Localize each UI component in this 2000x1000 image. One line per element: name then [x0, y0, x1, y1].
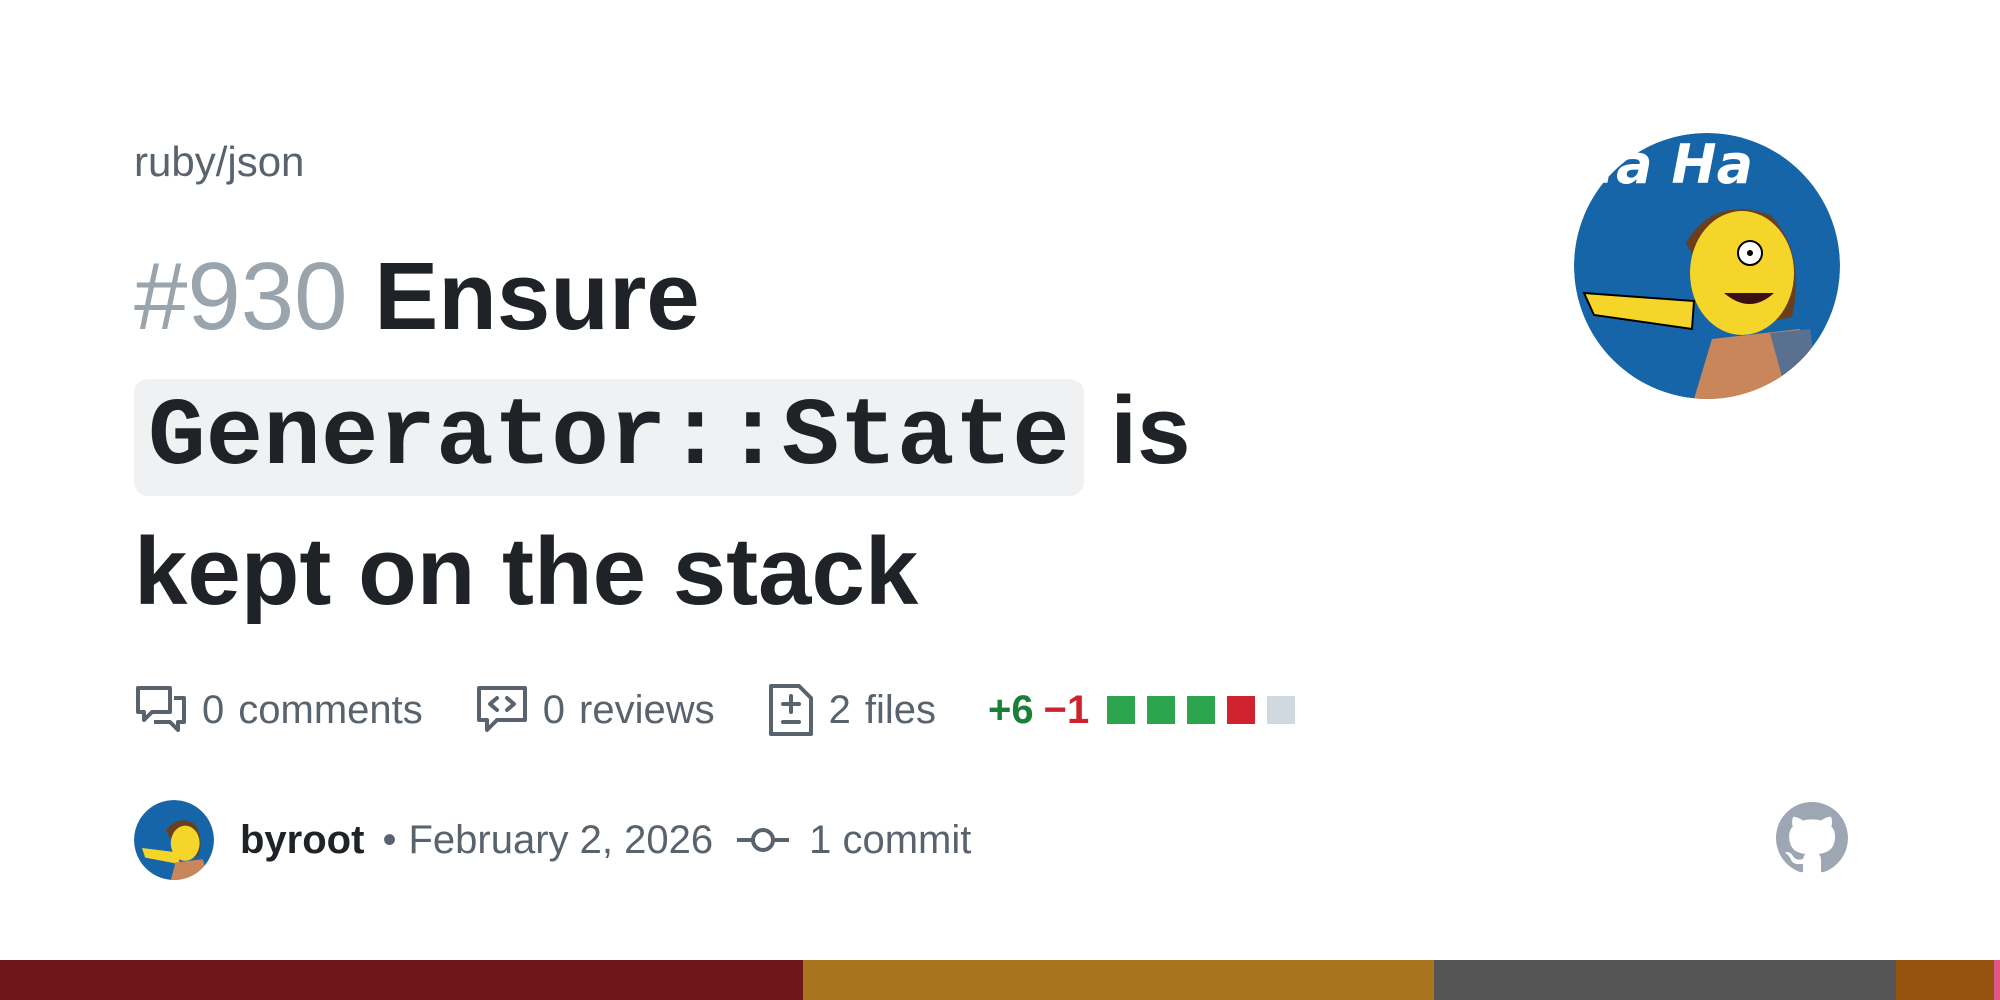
- diff-block-add: [1147, 696, 1176, 724]
- language-segment: [1994, 960, 2000, 1000]
- comments-label: comments: [238, 687, 423, 732]
- language-segment: [1896, 960, 1994, 1000]
- comments-stat: 0 comments: [134, 684, 423, 736]
- diff-block-neutral: [1267, 696, 1296, 724]
- file-diff-icon: [768, 684, 813, 736]
- deletions-count: −1: [1043, 687, 1090, 732]
- title-text-1: Ensure: [374, 243, 700, 350]
- diff-block-del: [1227, 696, 1256, 724]
- avatar-image-large: Ha Ha: [1574, 133, 1840, 399]
- pr-title: #930 Ensure Generator::State is kept on …: [134, 230, 1364, 639]
- language-bar: [0, 960, 2000, 1000]
- avatar-image: [134, 800, 214, 880]
- avatar-caption: Ha Ha: [1574, 133, 1753, 196]
- comments-count: 0: [202, 687, 225, 732]
- reviews-stat: 0 reviews: [475, 684, 715, 736]
- diff-blocks: [1107, 696, 1307, 724]
- commit-count: 1 commit: [809, 817, 972, 862]
- author-name[interactable]: byroot: [240, 818, 364, 863]
- repo-name[interactable]: ruby/json: [134, 138, 304, 186]
- review-icon: [476, 686, 527, 732]
- author-avatar[interactable]: [134, 800, 214, 880]
- diff-block-add: [1187, 696, 1216, 724]
- comment-icon: [136, 686, 186, 732]
- language-segment: [0, 960, 803, 1000]
- pr-meta: byroot • February 2, 2026 1 commit: [134, 800, 971, 880]
- github-logo[interactable]: [1776, 802, 1848, 874]
- title-code: Generator::State: [134, 379, 1084, 496]
- author-avatar-large: Ha Ha: [1574, 133, 1840, 399]
- reviews-count: 0: [542, 687, 565, 732]
- meta-separator: •: [382, 817, 397, 862]
- files-stat: 2 files: [767, 682, 936, 738]
- additions-count: +6: [987, 687, 1034, 732]
- language-segment: [803, 960, 1434, 1000]
- pr-stats: 0 comments 0 reviews 2 files +6 −1: [134, 678, 1307, 742]
- language-segment: [1434, 960, 1896, 1000]
- title-text-2: is: [1110, 377, 1191, 484]
- files-count: 2: [828, 687, 851, 732]
- reviews-label: reviews: [579, 687, 715, 732]
- title-text-3: kept on the stack: [134, 518, 919, 625]
- commit-icon: [737, 828, 790, 852]
- diff-block-add: [1107, 696, 1136, 724]
- pr-date: February 2, 2026: [408, 817, 714, 862]
- pr-number: #930: [134, 243, 348, 350]
- files-label: files: [864, 687, 936, 732]
